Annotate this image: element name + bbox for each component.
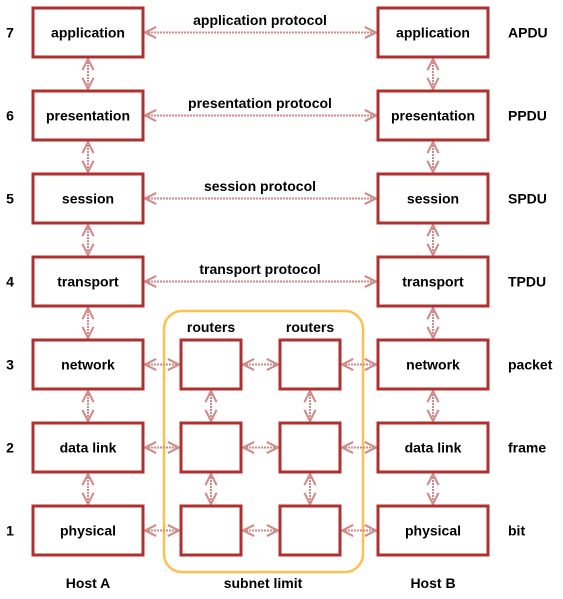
router-b-layer-3 <box>278 338 342 391</box>
router-a-layer-1 <box>179 504 243 557</box>
pdu-label: PPDU <box>508 108 547 124</box>
router-b-layer-2 <box>278 421 342 474</box>
host-a-layer-1-label: physical <box>60 523 116 539</box>
host-a-layer-4-label: transport <box>57 274 119 290</box>
host-a-layer-3-label: network <box>61 357 115 373</box>
pdu-label: TPDU <box>508 274 546 290</box>
layer-number: 6 <box>6 108 14 124</box>
host-a-layer-2-label: data link <box>60 440 117 456</box>
pdu-label: frame <box>508 440 546 456</box>
pdu-label: bit <box>508 523 525 539</box>
router-a-layer-3 <box>179 338 243 391</box>
host-b-label: Host B <box>410 575 455 591</box>
router-a-layer-2 <box>179 421 243 474</box>
host-b-layer-5-label: session <box>407 191 459 207</box>
host-a-layer-6-label: presentation <box>46 108 130 124</box>
layer-number: 1 <box>6 523 14 539</box>
routers-label-1: routers <box>187 319 235 335</box>
router-b-layer-1 <box>278 504 342 557</box>
layer-number: 4 <box>6 274 14 290</box>
host-b-layer-7-label: application <box>396 25 470 41</box>
host-a-layer-5-label: session <box>62 191 114 207</box>
host-b-layer-2-label: data link <box>405 440 462 456</box>
layer-number: 7 <box>6 25 14 41</box>
layer-number: 2 <box>6 440 14 456</box>
layer-number: 5 <box>6 191 14 207</box>
osi-diagram: application application 7 APDU application p… <box>6 6 553 591</box>
host-b-layer-1-label: physical <box>405 523 461 539</box>
protocol-label: presentation protocol <box>188 95 332 111</box>
host-a-label: Host A <box>66 575 111 591</box>
boxes-layer: application application 7 APDU application p… <box>6 6 553 557</box>
protocol-label: session protocol <box>204 178 316 194</box>
pdu-label: packet <box>508 357 553 373</box>
host-a-layer-7-label: application <box>51 25 125 41</box>
routers-label-2: routers <box>286 319 334 335</box>
host-b-layer-6-label: presentation <box>391 108 475 124</box>
pdu-label: SPDU <box>508 191 547 207</box>
host-b-layer-3-label: network <box>406 357 460 373</box>
pdu-label: APDU <box>508 25 548 41</box>
subnet-limit-label: subnet limit <box>224 575 303 591</box>
layer-number: 3 <box>6 357 14 373</box>
host-b-layer-4-label: transport <box>402 274 464 290</box>
protocol-label: transport protocol <box>199 261 320 277</box>
protocol-label: application protocol <box>193 12 327 28</box>
